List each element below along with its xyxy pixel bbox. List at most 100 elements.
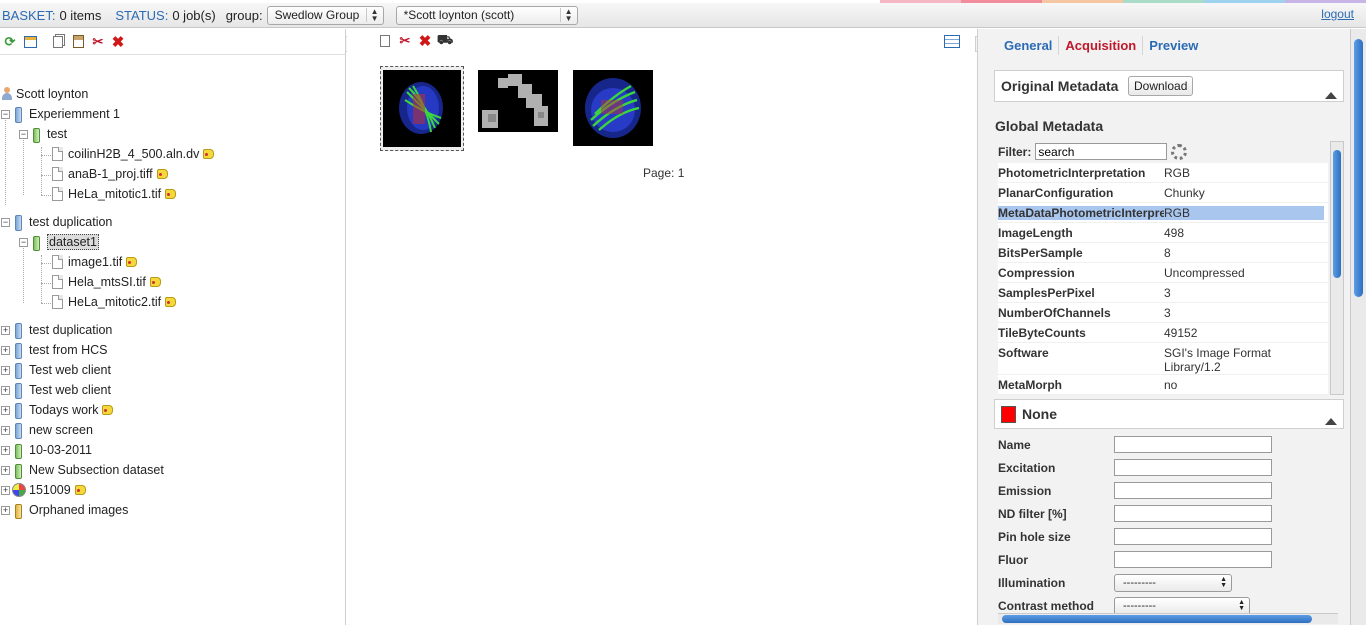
layout-toggle-icon[interactable]: [944, 35, 960, 48]
copy-icon[interactable]: [50, 34, 66, 50]
calendar-icon[interactable]: [22, 34, 38, 50]
collapse-icon[interactable]: −: [19, 237, 28, 247]
fluor-label: Fluor: [998, 552, 1028, 567]
metadata-scrollbar[interactable]: [1330, 141, 1344, 395]
expand-icon[interactable]: +: [1, 365, 10, 375]
form-row: Illumination --------- ▲ ▼: [998, 571, 1328, 594]
expand-icon[interactable]: +: [1, 465, 10, 475]
tree-orphaned[interactable]: + Orphaned images: [1, 500, 128, 520]
metadata-value: RGB: [1164, 206, 1324, 220]
collapse-icon[interactable]: −: [1, 217, 10, 227]
tree-project-test-duplication[interactable]: − test duplication: [1, 212, 112, 232]
tab-preview[interactable]: Preview: [1143, 36, 1204, 55]
expand-icon[interactable]: +: [1, 345, 10, 355]
collapse-arrow-icon[interactable]: [1325, 92, 1337, 99]
metadata-row: NumberOfChannels 3: [998, 303, 1328, 323]
contrast-method-select[interactable]: --------- ▲ ▼: [1114, 596, 1250, 615]
delete-icon[interactable]: ✖: [110, 34, 126, 51]
tree-dataset-test[interactable]: − test: [19, 124, 67, 144]
tree-project[interactable]: + test from HCS: [1, 340, 108, 360]
metadata-row: SamplesPerPixel 3: [998, 283, 1328, 303]
cut-icon[interactable]: ✂: [397, 33, 413, 49]
tree-node-label: Experiemment 1: [29, 107, 121, 121]
metadata-key: MetaMorph: [998, 378, 1062, 392]
metadata-key: Compression: [998, 266, 1075, 280]
status-label[interactable]: STATUS:: [115, 8, 168, 23]
basket-label[interactable]: BASKET:: [2, 8, 55, 23]
tree-dataset[interactable]: + 10-03-2011: [1, 440, 92, 460]
collapse-icon[interactable]: −: [19, 129, 28, 139]
expand-icon[interactable]: +: [1, 385, 10, 395]
name-field[interactable]: [1114, 436, 1272, 453]
tree-project[interactable]: + Todays work: [1, 400, 114, 420]
basket-add-icon[interactable]: ⛟: [437, 32, 453, 49]
metadata-row: MetaMorph no: [998, 375, 1328, 395]
tree-project[interactable]: + Test web client: [1, 360, 111, 380]
page-scrollbar[interactable]: [1350, 29, 1366, 625]
metadata-table: PhotometricInterpretation RGB PlanarConfi…: [998, 163, 1328, 395]
download-button[interactable]: Download: [1128, 76, 1194, 96]
tree-image[interactable]: image1.tif: [52, 252, 138, 272]
nd-filter-field[interactable]: [1114, 505, 1272, 522]
delete-icon[interactable]: ✖: [417, 33, 433, 50]
tree-plate[interactable]: + 151009: [1, 480, 86, 500]
project-icon: [12, 362, 26, 379]
basket-count: 0 items: [59, 7, 102, 23]
thumbnail-image[interactable]: [383, 70, 461, 147]
collapse-icon[interactable]: −: [1, 109, 10, 119]
tree-project[interactable]: + Test web client: [1, 380, 111, 400]
tab-general[interactable]: General: [998, 36, 1060, 55]
tree-image[interactable]: Hela_mtsSI.tif: [52, 272, 161, 292]
select-arrows-icon: ▲ ▼: [559, 8, 573, 23]
tree-project-experiemment-1[interactable]: − Experiemment 1: [1, 104, 120, 124]
copy-icon[interactable]: [377, 33, 393, 49]
fluor-field[interactable]: [1114, 551, 1272, 568]
emission-field[interactable]: [1114, 482, 1272, 499]
horizontal-scrollbar[interactable]: [998, 613, 1338, 624]
metadata-key: Software: [998, 346, 1049, 360]
logout-link[interactable]: logout: [1321, 7, 1354, 21]
tree-image[interactable]: anaB-1_proj.tiff: [52, 164, 168, 184]
collapse-arrow-icon[interactable]: [1325, 418, 1337, 425]
name-label: Name: [998, 437, 1031, 452]
expand-icon[interactable]: +: [1, 425, 10, 435]
tree-project[interactable]: + test duplication: [1, 320, 112, 340]
expand-icon[interactable]: +: [1, 505, 10, 515]
pin-hole-field[interactable]: [1114, 528, 1272, 545]
thumbnail-image[interactable]: [573, 70, 653, 146]
thumbnail-image[interactable]: [478, 70, 558, 132]
tree-dataset[interactable]: + New Subsection dataset: [1, 460, 164, 480]
project-icon: [12, 322, 26, 339]
excitation-field[interactable]: [1114, 459, 1272, 476]
tab-acquisition[interactable]: Acquisition: [1059, 36, 1144, 55]
refresh-icon[interactable]: ⟳: [2, 34, 18, 50]
tree-image[interactable]: coilinH2B_4_500.aln.dv: [52, 144, 215, 164]
paste-icon[interactable]: [70, 34, 86, 50]
cut-icon[interactable]: ✂: [90, 34, 106, 50]
tree-image[interactable]: HeLa_mitotic1.tif: [52, 184, 177, 204]
expand-icon[interactable]: +: [1, 445, 10, 455]
user-select[interactable]: *Scott loynton (scott) ▲ ▼: [395, 5, 578, 25]
metadata-value: Uncompressed: [1164, 266, 1245, 280]
illumination-select[interactable]: --------- ▲ ▼: [1114, 573, 1232, 592]
metadata-tabs: General Acquisition Preview: [998, 36, 1204, 55]
tree-node-label: anaB-1_proj.tiff: [68, 167, 153, 181]
channel-color-swatch[interactable]: [1001, 405, 1016, 423]
tag-icon: [149, 277, 161, 287]
tree-node-label: new screen: [29, 423, 93, 437]
tree-toolbar: ⟳ ✂ ✖: [0, 29, 345, 55]
metadata-value: RGB: [1164, 166, 1191, 180]
tree-screen[interactable]: + new screen: [1, 420, 93, 440]
expand-icon[interactable]: +: [1, 405, 10, 415]
group-select[interactable]: Swedlow Group ▲ ▼: [266, 5, 384, 25]
metadata-value: 3: [1164, 306, 1171, 320]
tree-dataset-dataset1[interactable]: − dataset1: [19, 232, 99, 252]
expand-icon[interactable]: +: [1, 325, 10, 335]
tree-image[interactable]: HeLa_mitotic2.tif: [52, 292, 177, 312]
image-file-icon: [52, 147, 63, 161]
expand-icon[interactable]: +: [1, 485, 10, 495]
project-icon: [12, 382, 26, 399]
tree-user-node[interactable]: Scott loynton: [1, 84, 88, 104]
filter-input[interactable]: [1035, 143, 1168, 160]
global-metadata-title: Global Metadata: [995, 118, 1104, 134]
